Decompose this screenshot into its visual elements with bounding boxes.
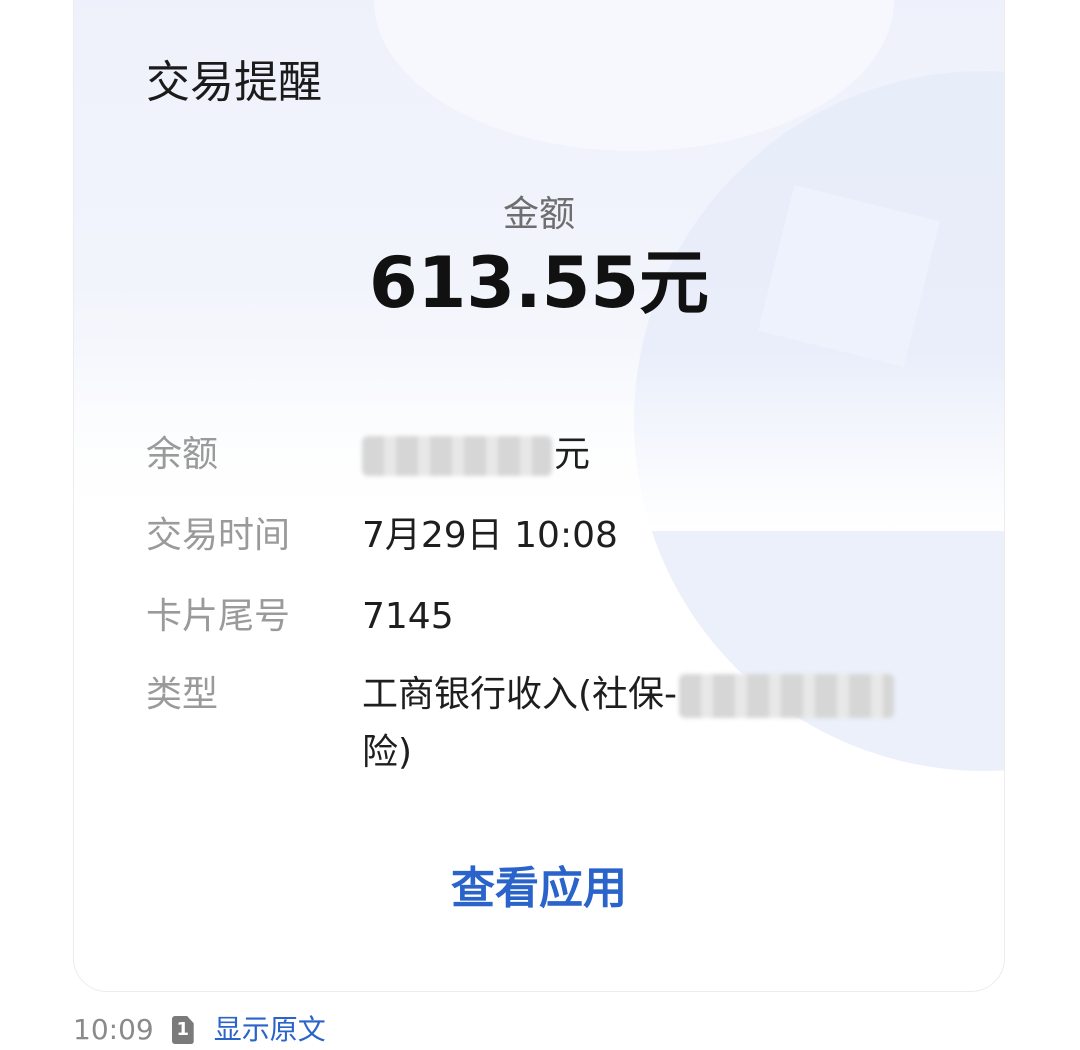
type-label: 类型 <box>146 674 219 715</box>
message-time: 10:09 <box>73 1013 154 1046</box>
message-footer: 10:09 1 显示原文 <box>73 1010 326 1050</box>
transaction-alert-card: 交易提醒 金额 613.55元 余额 元 交易时间 7月29日 10:08 卡片… <box>73 0 1005 992</box>
show-original-link[interactable]: 显示原文 <box>214 1010 326 1050</box>
type-value-line2: 险) <box>362 732 413 773</box>
card-tail-value: 7145 <box>362 596 454 637</box>
type-value: 工商银行收入(社保- 险) <box>362 666 942 782</box>
card-tail-label: 卡片尾号 <box>146 596 291 637</box>
transaction-time-value: 7月29日 10:08 <box>362 515 618 556</box>
balance-value: 元 <box>362 431 590 479</box>
redacted-balance <box>362 436 552 476</box>
amount-label: 金额 <box>502 194 575 235</box>
card-title: 交易提醒 <box>146 57 322 108</box>
balance-label: 余额 <box>146 434 219 475</box>
type-value-prefix: 工商银行收入(社保- <box>362 674 678 715</box>
balance-suffix: 元 <box>554 434 591 475</box>
transaction-time-label: 交易时间 <box>146 515 291 556</box>
redacted-type <box>679 674 895 718</box>
view-app-button[interactable]: 查看应用 <box>74 859 1004 919</box>
amount-value: 613.55元 <box>368 242 710 324</box>
sim-card-icon: 1 <box>171 1016 194 1044</box>
